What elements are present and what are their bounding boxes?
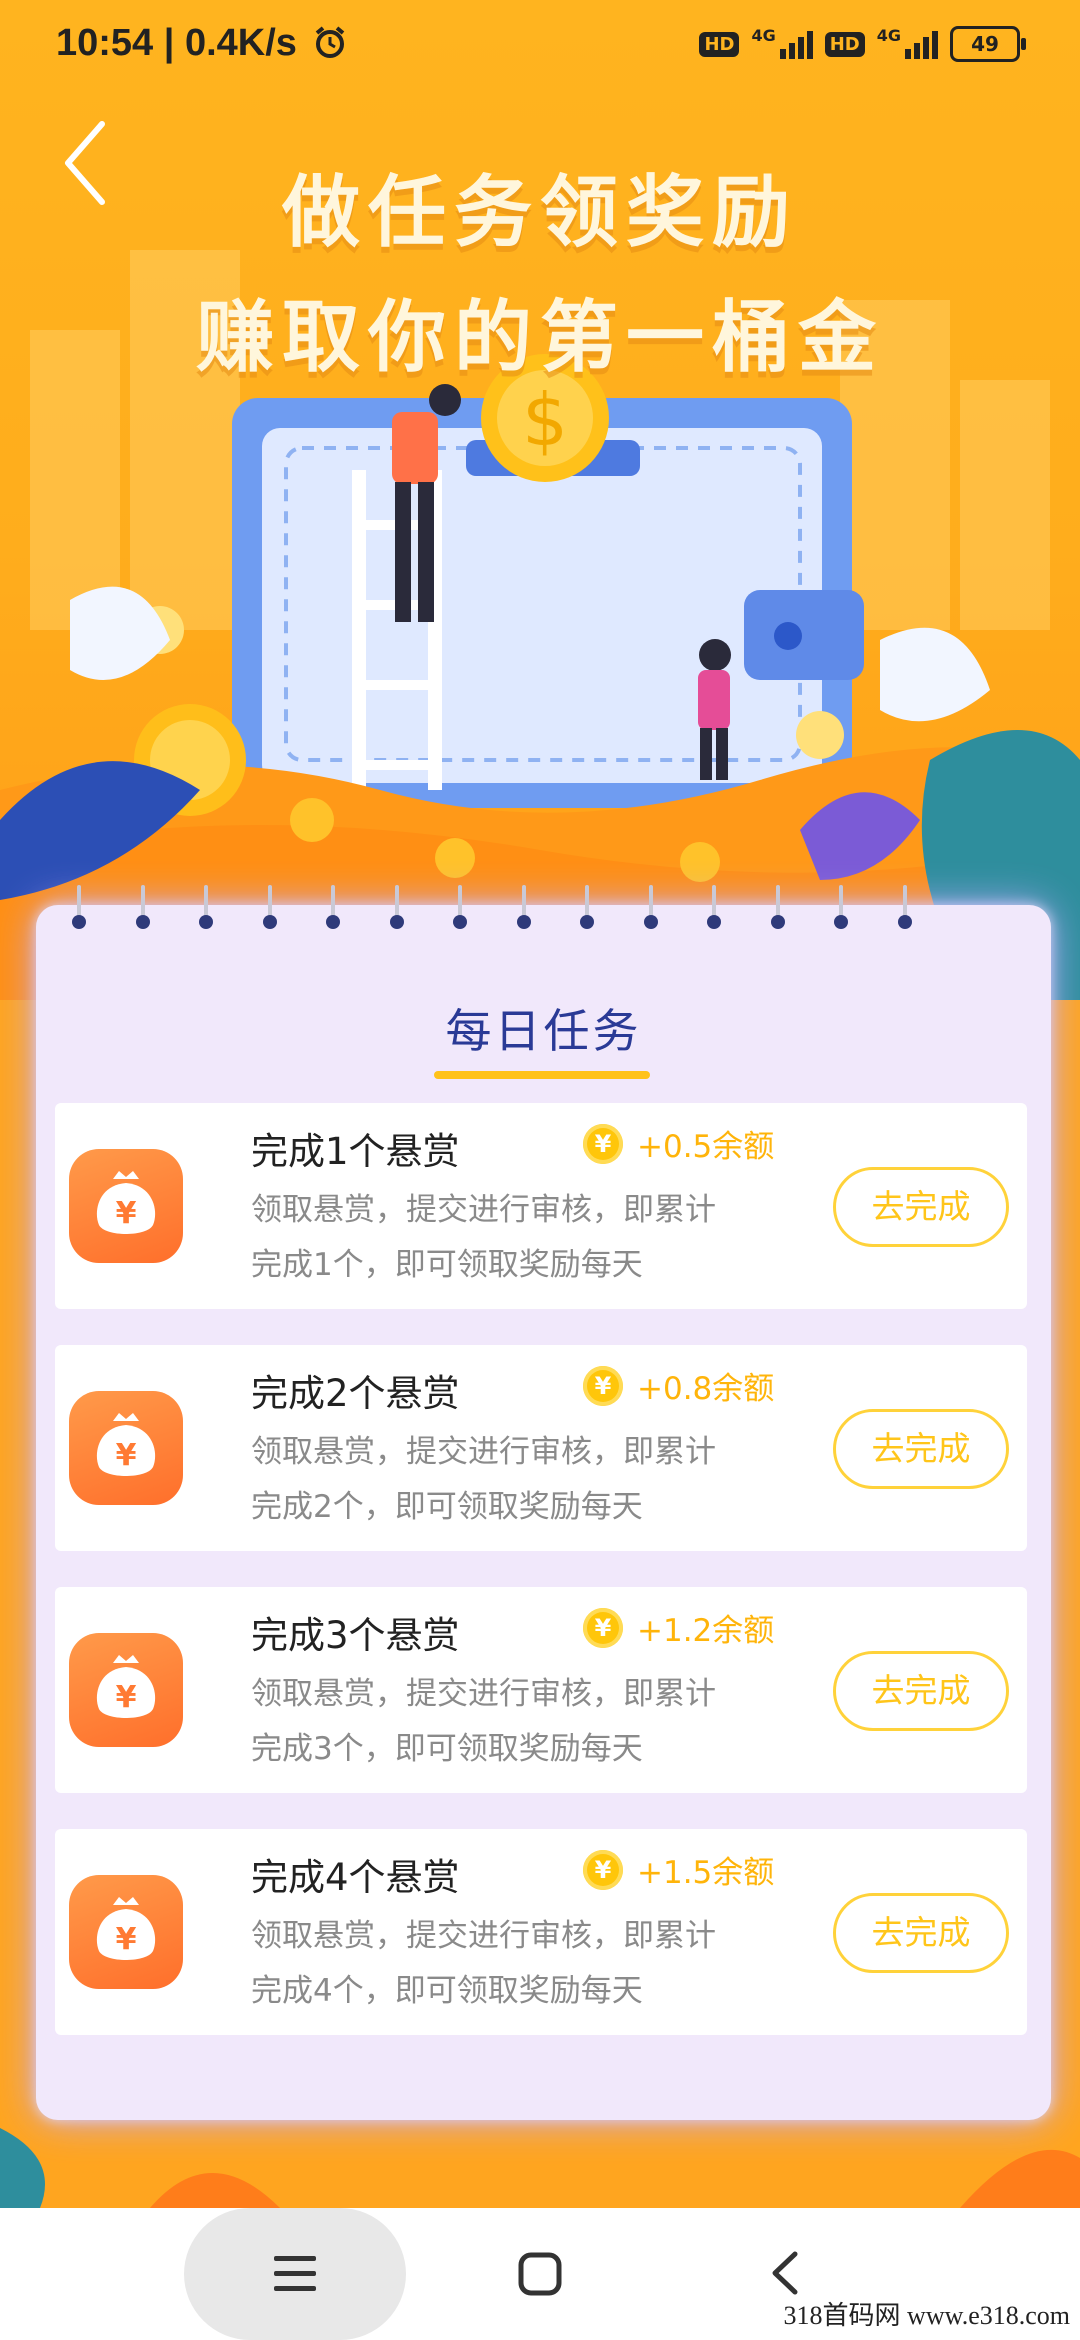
task-item: ¥ 完成4个悬赏 ¥ +1.5余额 领取悬赏，提交进行审核，即累计 完成4个，即… — [55, 1829, 1027, 2035]
coin-icon: ¥ — [583, 1123, 623, 1164]
status-time: 10:54 — [56, 22, 154, 64]
title-underline — [434, 1071, 650, 1079]
status-left: 10:54 | 0.4K/s — [56, 22, 348, 65]
money-bag-icon: ¥ — [69, 1875, 183, 1989]
task-desc-line2: 完成4个，即可领取奖励每天 — [251, 1973, 643, 2009]
menu-icon[interactable] — [270, 2252, 320, 2296]
reward-amount: +0.8余额 — [637, 1371, 775, 1407]
ring — [580, 885, 594, 933]
ring — [644, 885, 658, 933]
task-desc-line1: 领取悬赏，提交进行审核，即累计 — [251, 1434, 716, 1470]
ring — [136, 885, 150, 933]
daily-tasks-title: 每日任务 — [445, 1004, 642, 1058]
svg-text:¥: ¥ — [116, 1438, 137, 1473]
status-bar: 10:54 | 0.4K/s HD 4G HD 4G 49 — [0, 0, 1080, 96]
ring — [453, 885, 467, 933]
hero-title-line1: 做任务领奖励 — [281, 168, 798, 258]
alarm-clock-icon — [315, 26, 344, 58]
watermark: 318首码网 www.e318.com — [783, 2301, 1070, 2330]
coin-icon: ¥ — [583, 1849, 623, 1890]
task-title: 完成4个悬赏 — [251, 1856, 460, 1899]
task-desc-line1: 领取悬赏，提交进行审核，即累计 — [251, 1918, 716, 1954]
task-desc-line1: 领取悬赏，提交进行审核，即累计 — [251, 1676, 716, 1712]
notebook-rings — [72, 885, 1002, 935]
svg-text:¥: ¥ — [116, 1196, 137, 1231]
go-complete-button[interactable]: 去完成 — [833, 1893, 1009, 1973]
task-title: 完成2个悬赏 — [251, 1372, 460, 1415]
task-desc-line2: 完成1个，即可领取奖励每天 — [251, 1247, 643, 1283]
coin-icon: ¥ — [583, 1365, 623, 1406]
task-desc-line2: 完成3个，即可领取奖励每天 — [251, 1731, 643, 1767]
svg-text:$: $ — [522, 378, 568, 462]
go-complete-button[interactable]: 去完成 — [833, 1651, 1009, 1731]
hd-badge: HD — [699, 31, 740, 57]
network-label: 4G — [751, 25, 776, 45]
task-reward: ¥ +0.5余额 — [583, 1121, 774, 1166]
go-complete-button[interactable]: 去完成 — [833, 1409, 1009, 1489]
signal-icon — [905, 29, 938, 59]
task-description: 领取悬赏，提交进行审核，即累计 完成3个，即可领取奖励每天 — [251, 1667, 771, 1777]
money-bag-icon: ¥ — [69, 1391, 183, 1505]
task-desc-line1: 领取悬赏，提交进行审核，即累计 — [251, 1192, 716, 1228]
go-complete-button[interactable]: 去完成 — [833, 1167, 1009, 1247]
system-nav-bar: 318首码网 www.e318.com — [0, 2208, 1080, 2340]
ring — [771, 885, 785, 933]
reward-amount: +0.5余额 — [637, 1129, 775, 1165]
task-reward: ¥ +0.8余额 — [583, 1363, 774, 1408]
task-title: 完成3个悬赏 — [251, 1614, 460, 1657]
task-item: ¥ 完成2个悬赏 ¥ +0.8余额 领取悬赏，提交进行审核，即累计 完成2个，即… — [55, 1345, 1027, 1551]
reward-amount: +1.2余额 — [637, 1613, 775, 1649]
task-item: ¥ 完成3个悬赏 ¥ +1.2余额 领取悬赏，提交进行审核，即累计 完成3个，即… — [55, 1587, 1027, 1793]
ring — [707, 885, 721, 933]
money-bag-icon: ¥ — [69, 1149, 183, 1263]
task-item: ¥ 完成1个悬赏 ¥ +0.5余额 领取悬赏，提交进行审核，即累计 完成1个，即… — [55, 1103, 1027, 1309]
task-reward: ¥ +1.5余额 — [583, 1847, 774, 1892]
hero-title-line2: 赚取你的第一桶金 — [195, 293, 884, 383]
status-separator: | — [163, 22, 185, 64]
hero-banner: $ 10:54 | 0.4K/s HD 4G HD 4G 49 做任务领奖励 赚… — [0, 0, 1080, 1000]
hd-badge: HD — [824, 31, 865, 57]
task-description: 领取悬赏，提交进行审核，即累计 完成4个，即可领取奖励每天 — [251, 1909, 771, 2019]
task-desc-line2: 完成2个，即可领取奖励每天 — [251, 1489, 643, 1525]
ring — [326, 885, 340, 933]
daily-tasks-card: 每日任务 ¥ 完成1个悬赏 ¥ +0.5余额 领取悬赏，提交进行审核，即累计 完… — [36, 885, 1051, 2120]
status-speed: 0.4K/s — [184, 22, 297, 64]
ring — [72, 885, 86, 933]
ring — [199, 885, 213, 933]
bottom-leaves-decoration — [0, 2128, 1080, 2208]
ring — [263, 885, 277, 933]
ring — [390, 885, 404, 933]
signal-icon — [779, 29, 813, 59]
ring — [517, 885, 531, 933]
home-icon[interactable] — [517, 2251, 563, 2297]
network-label: 4G — [876, 25, 901, 45]
task-reward: ¥ +1.2余额 — [583, 1605, 774, 1650]
task-description: 领取悬赏，提交进行审核，即累计 完成1个，即可领取奖励每天 — [251, 1183, 771, 1293]
svg-text:¥: ¥ — [116, 1680, 137, 1715]
coin-icon: ¥ — [583, 1607, 623, 1648]
ring — [834, 885, 848, 933]
back-icon[interactable] — [765, 2248, 805, 2298]
task-description: 领取悬赏，提交进行审核，即累计 完成2个，即可领取奖励每天 — [251, 1425, 771, 1535]
svg-text:¥: ¥ — [116, 1922, 137, 1957]
battery-icon: 49 — [950, 26, 1026, 62]
reward-amount: +1.5余额 — [637, 1855, 775, 1891]
status-right: HD 4G HD 4G 49 — [699, 25, 1026, 62]
ring — [898, 885, 912, 933]
money-bag-icon: ¥ — [69, 1633, 183, 1747]
task-title: 完成1个悬赏 — [251, 1130, 460, 1173]
